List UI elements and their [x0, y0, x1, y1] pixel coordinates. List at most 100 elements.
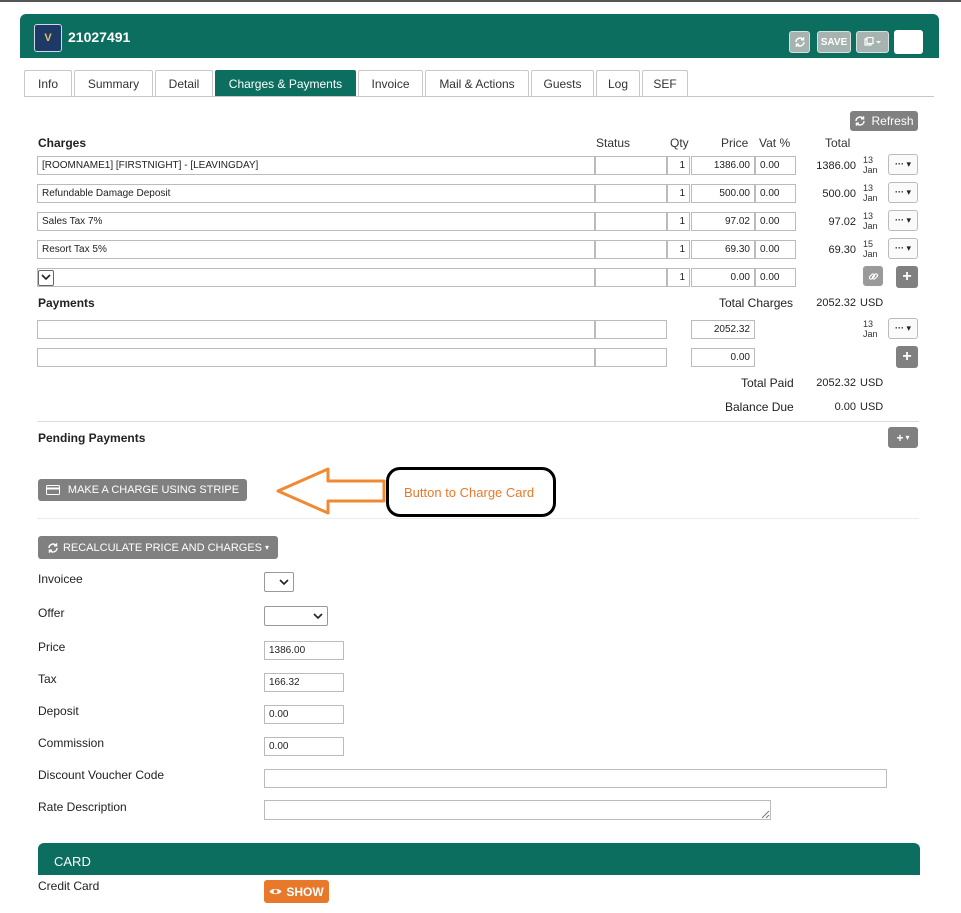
- charge-qty-input[interactable]: 1: [667, 156, 690, 175]
- payment-date: 13 Jan: [863, 319, 878, 339]
- tab-summary[interactable]: Summary: [74, 70, 153, 97]
- tab-guests[interactable]: Guests: [531, 70, 594, 97]
- new-charge-desc-input[interactable]: [37, 268, 595, 287]
- new-charge-vat-input[interactable]: 0.00: [755, 268, 796, 287]
- charge-status-input[interactable]: [595, 212, 667, 231]
- price-label: Price: [38, 640, 66, 654]
- chevron-down-icon: ▾: [265, 543, 270, 552]
- tab-detail[interactable]: Detail: [155, 70, 213, 97]
- charge-desc-input[interactable]: Sales Tax 7%: [37, 212, 595, 231]
- new-payment-status-input[interactable]: [595, 348, 667, 367]
- commission-input[interactable]: 0.00: [264, 737, 344, 756]
- card-section-title: CARD: [54, 853, 91, 869]
- chevron-down-icon: [279, 578, 289, 585]
- col-status: Status: [596, 136, 631, 150]
- charge-menu-button[interactable]: ··· ▾: [888, 238, 918, 259]
- voucher-input[interactable]: [264, 769, 887, 788]
- credit-card-label: Credit Card: [38, 879, 100, 893]
- link-charge-button[interactable]: [863, 266, 883, 286]
- charge-status-input[interactable]: [595, 156, 667, 175]
- offer-label: Offer: [38, 606, 65, 620]
- charge-date: 13 Jan: [863, 155, 878, 175]
- charge-vat-input[interactable]: 0.00: [755, 184, 796, 203]
- payment-menu-button[interactable]: ··· ▾: [888, 318, 918, 339]
- refresh-button[interactable]: Refresh: [850, 111, 918, 131]
- charge-price-input[interactable]: 1386.00: [691, 156, 755, 175]
- charge-qty-input[interactable]: 1: [667, 212, 690, 231]
- balance-due-value: 0.00: [834, 401, 856, 413]
- recalculate-label: RECALCULATE PRICE AND CHARGES: [62, 541, 263, 554]
- chevron-down-icon[interactable]: [38, 269, 54, 286]
- charge-desc-input[interactable]: [ROOMNAME1] [FIRSTNIGHT] - [LEAVINGDAY]: [37, 156, 595, 175]
- pending-payments-title: Pending Payments: [38, 431, 146, 445]
- total-paid-label: Total Paid: [741, 376, 794, 390]
- charge-price-input[interactable]: 69.30: [691, 240, 755, 259]
- new-charge-qty-input[interactable]: 1: [667, 268, 690, 287]
- annotation-callout: Button to Charge Card: [386, 467, 556, 517]
- add-payment-button[interactable]: +: [896, 346, 918, 368]
- tab-mail-actions[interactable]: Mail & Actions: [425, 70, 529, 97]
- charge-total: 1386.00: [816, 160, 856, 172]
- blank-header-button[interactable]: [894, 30, 923, 54]
- charge-qty-input[interactable]: 1: [667, 240, 690, 259]
- new-charge-status-input[interactable]: [595, 268, 667, 287]
- tab-sef[interactable]: SEF: [642, 70, 688, 97]
- total-paid-value: 2052.32: [816, 377, 856, 389]
- invoicee-label: Invoicee: [38, 572, 83, 586]
- charge-price-input[interactable]: 500.00: [691, 184, 755, 203]
- save-button[interactable]: SAVE: [817, 31, 851, 53]
- balance-due-currency: USD: [860, 401, 884, 413]
- sync-button[interactable]: [789, 31, 810, 53]
- stripe-charge-button[interactable]: MAKE A CHARGE USING STRIPE: [38, 479, 247, 501]
- charge-total: 97.02: [828, 216, 856, 228]
- new-payment-amount-input[interactable]: 0.00: [691, 348, 755, 367]
- charge-menu-button[interactable]: ··· ▾: [888, 154, 918, 175]
- col-qty: Qty: [670, 136, 689, 150]
- charge-menu-button[interactable]: ··· ▾: [888, 182, 918, 203]
- credit-card-icon: [45, 485, 60, 495]
- link-icon: [868, 272, 878, 280]
- charge-menu-button[interactable]: ··· ▾: [888, 210, 918, 231]
- refresh-icon: [48, 542, 58, 553]
- payment-status-input[interactable]: [595, 320, 667, 339]
- copy-menu-button[interactable]: [856, 31, 889, 53]
- section-divider: [37, 421, 919, 422]
- tab-info[interactable]: Info: [24, 70, 72, 97]
- rate-description-textarea[interactable]: [264, 800, 771, 820]
- tab-invoice[interactable]: Invoice: [358, 70, 423, 97]
- deposit-input[interactable]: 0.00: [264, 705, 344, 724]
- tab-log[interactable]: Log: [596, 70, 640, 97]
- charge-desc-input[interactable]: Refundable Damage Deposit: [37, 184, 595, 203]
- charge-total: 500.00: [822, 188, 856, 200]
- charge-status-input[interactable]: [595, 240, 667, 259]
- eye-icon: [269, 888, 282, 895]
- show-label: SHOW: [286, 884, 324, 899]
- show-card-button[interactable]: SHOW: [264, 880, 329, 903]
- invoicee-select[interactable]: [264, 572, 294, 592]
- recalculate-button[interactable]: RECALCULATE PRICE AND CHARGES ▾: [38, 536, 278, 559]
- price-input[interactable]: 1386.00: [264, 641, 344, 660]
- add-pending-payment-button[interactable]: + ▾: [888, 427, 918, 448]
- col-price: Price: [721, 136, 749, 150]
- tax-label: Tax: [38, 672, 57, 686]
- logo-icon: V: [34, 24, 62, 52]
- tax-input[interactable]: 166.32: [264, 673, 344, 692]
- add-charge-button[interactable]: +: [896, 266, 918, 288]
- charge-vat-input[interactable]: 0.00: [755, 156, 796, 175]
- total-charges-value: 2052.32: [816, 297, 856, 309]
- tab-charges-payments[interactable]: Charges & Payments: [215, 70, 356, 97]
- payment-amount-input[interactable]: 2052.32: [691, 320, 755, 339]
- offer-select[interactable]: [264, 606, 328, 626]
- charge-qty-input[interactable]: 1: [667, 184, 690, 203]
- charge-vat-input[interactable]: 0.00: [755, 240, 796, 259]
- new-payment-desc-input[interactable]: [37, 348, 595, 367]
- resize-handle-icon[interactable]: [761, 810, 770, 819]
- new-charge-price-input[interactable]: 0.00: [691, 268, 755, 287]
- window-top-border: [0, 0, 961, 2]
- charge-price-input[interactable]: 97.02: [691, 212, 755, 231]
- charge-desc-input[interactable]: Resort Tax 5%: [37, 240, 595, 259]
- total-charges-label: Total Charges: [719, 296, 794, 310]
- charge-vat-input[interactable]: 0.00: [755, 212, 796, 231]
- payment-desc-input[interactable]: [37, 320, 595, 339]
- charge-status-input[interactable]: [595, 184, 667, 203]
